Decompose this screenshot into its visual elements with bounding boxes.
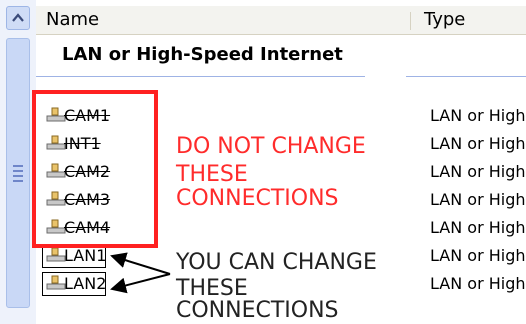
annotation-red-line3: CONNECTIONS bbox=[176, 186, 339, 211]
network-connection-icon bbox=[46, 246, 66, 264]
column-header-name[interactable]: Name bbox=[46, 6, 410, 34]
group-divider bbox=[36, 76, 365, 77]
arrow-to-lan1 bbox=[110, 252, 171, 275]
vertical-scrollbar[interactable] bbox=[0, 0, 36, 324]
group-divider-right bbox=[406, 76, 526, 77]
scroll-thumb[interactable] bbox=[6, 38, 30, 308]
group-title: LAN or High-Speed Internet bbox=[62, 44, 343, 65]
column-header: Name Type bbox=[36, 6, 526, 35]
column-header-type[interactable]: Type bbox=[424, 6, 526, 34]
type-cell: LAN or High-S bbox=[430, 106, 526, 125]
arrow-to-lan2 bbox=[110, 273, 171, 294]
connection-label: LAN2 bbox=[64, 274, 107, 293]
annotation-black-line3: CONNECTIONS bbox=[176, 298, 339, 323]
connection-label: LAN1 bbox=[64, 246, 107, 265]
annotation-red-line2: THESE bbox=[176, 162, 248, 187]
do-not-change-highlight-box bbox=[32, 90, 158, 248]
type-cell: LAN or High-S bbox=[430, 218, 526, 237]
type-cell: LAN or High-S bbox=[430, 246, 526, 265]
scroll-up-button[interactable] bbox=[6, 6, 30, 30]
type-cell: LAN or High-S bbox=[430, 190, 526, 209]
type-cell: LAN or High-S bbox=[430, 162, 526, 181]
type-cell: LAN or High-S bbox=[430, 274, 526, 293]
scroll-up-arrow-icon bbox=[12, 13, 24, 22]
annotation-red-line1: DO NOT CHANGE bbox=[176, 134, 366, 159]
annotation-black-line1: YOU CAN CHANGE bbox=[176, 250, 377, 275]
network-connection-icon bbox=[46, 274, 66, 292]
type-cell: LAN or High-S bbox=[430, 134, 526, 153]
scroll-grip-icon bbox=[13, 165, 23, 185]
column-separator[interactable] bbox=[410, 12, 411, 30]
